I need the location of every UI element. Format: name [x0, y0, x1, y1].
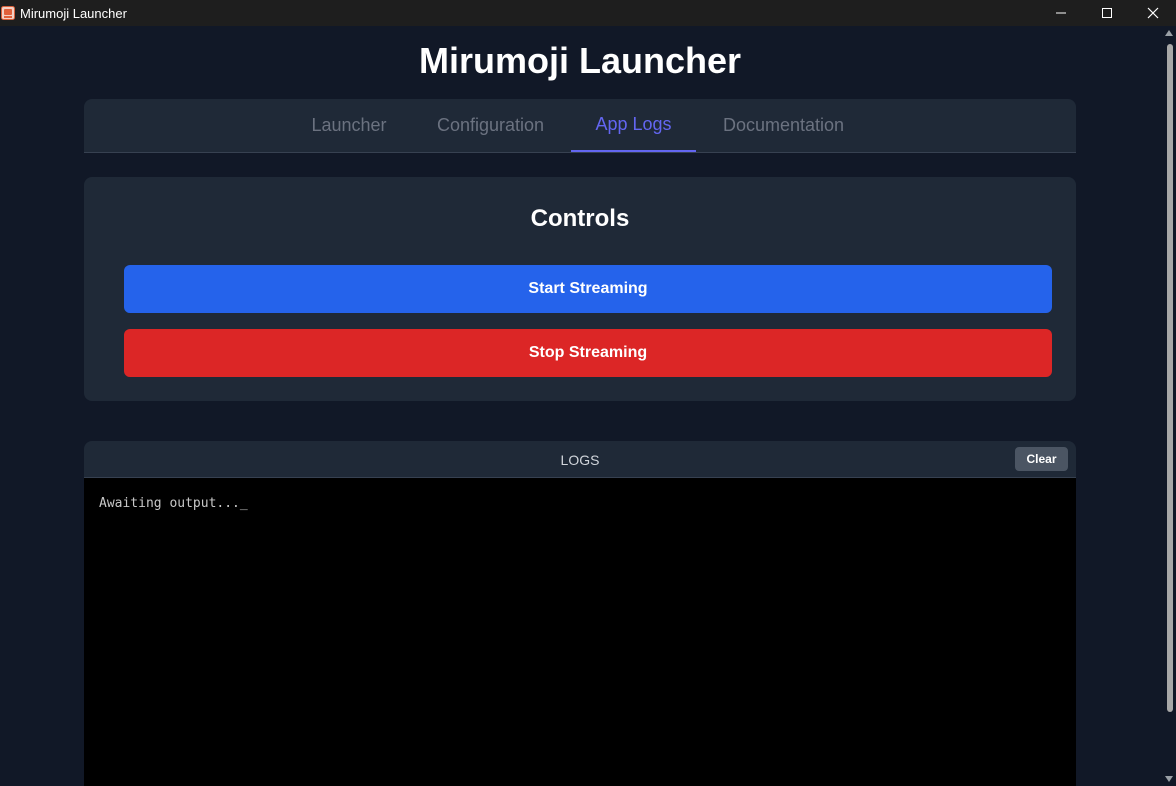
main-content: Mirumoji Launcher Launcher Configuration… [0, 26, 1162, 786]
controls-title: Controls [530, 205, 630, 232]
maximize-button[interactable] [1084, 0, 1130, 26]
close-icon [1147, 7, 1159, 19]
tab-launcher[interactable]: Launcher [288, 99, 410, 152]
scroll-up-arrow-icon[interactable] [1165, 30, 1173, 36]
logs-title: LOGS [560, 452, 600, 468]
tab-app-logs[interactable]: App Logs [571, 99, 696, 152]
logs-output[interactable]: Awaiting output..._ [84, 478, 1076, 786]
vertical-scrollbar[interactable] [1162, 26, 1176, 786]
tab-label: Documentation [722, 115, 845, 135]
tab-label: App Logs [595, 114, 672, 134]
title-bar: Mirumoji Launcher [0, 0, 1176, 26]
app-icon [1, 6, 15, 20]
log-output-text: Awaiting output..._ [99, 496, 248, 511]
tab-label: Configuration [436, 115, 545, 135]
logs-panel: LOGS Clear Awaiting output..._ [84, 441, 1076, 786]
window-title: Mirumoji Launcher [20, 5, 127, 21]
tab-bar: Launcher Configuration App Logs Document… [84, 99, 1076, 153]
scroll-down-arrow-icon[interactable] [1165, 776, 1173, 782]
scrollbar-thumb[interactable] [1167, 44, 1173, 712]
logs-header: LOGS Clear [84, 441, 1076, 478]
tab-configuration[interactable]: Configuration [410, 99, 571, 152]
tab-label: Launcher [311, 115, 387, 135]
controls-card: Controls Start Streaming Stop Streaming [84, 177, 1076, 401]
stop-streaming-button[interactable]: Stop Streaming [124, 329, 1052, 377]
clear-logs-button[interactable]: Clear [1015, 447, 1068, 471]
window-controls [1038, 0, 1176, 26]
minimize-icon [1056, 12, 1066, 14]
minimize-button[interactable] [1038, 0, 1084, 26]
page-title: Mirumoji Launcher [418, 40, 742, 81]
close-button[interactable] [1130, 0, 1176, 26]
maximize-icon [1102, 8, 1112, 18]
start-streaming-button[interactable]: Start Streaming [124, 265, 1052, 313]
tab-documentation[interactable]: Documentation [696, 99, 871, 152]
